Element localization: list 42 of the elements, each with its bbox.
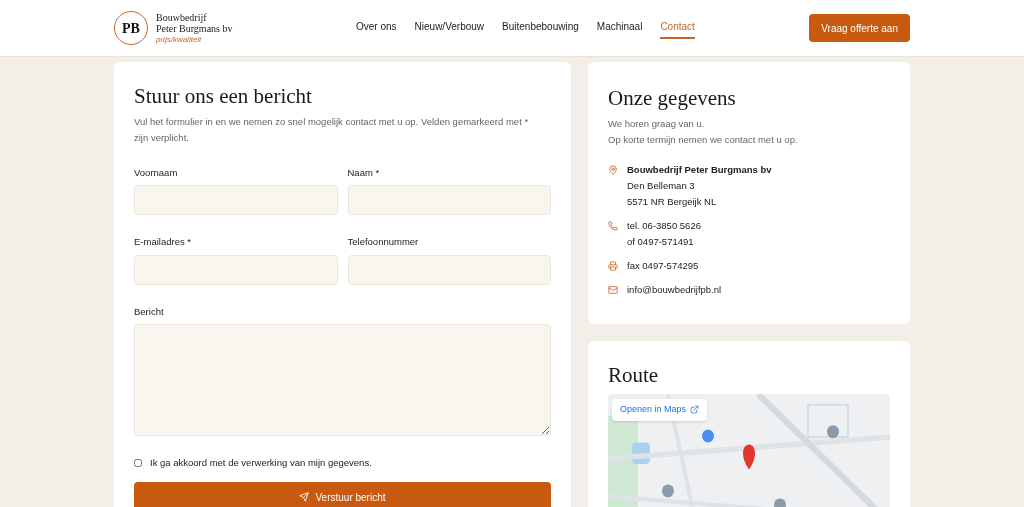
- consent-label: Ik ga akkoord met de verwerking van mijn gegevens.: [150, 455, 372, 470]
- send-icon: [299, 492, 310, 502]
- field-label: Naam *: [347, 166, 381, 180]
- form-title: Stuur ons een bericht: [134, 83, 313, 110]
- contact-line: tel. 06-3850 5626: [627, 219, 701, 233]
- contact-line: of 0497-571491: [627, 235, 695, 249]
- nav-link[interactable]: Over ons: [356, 17, 397, 39]
- field-label: E-mailadres *: [134, 235, 193, 250]
- input-field[interactable]: [134, 254, 338, 285]
- company-name: Bouwbedrijf Peter Burgmans bv: [627, 163, 772, 177]
- consent-checkbox[interactable]: [134, 458, 142, 467]
- form-intro: Vul het formulier in en we nemen zo snel mogelijk contact met u op. Velden gemarkeerd met * zijn verplicht.: [134, 115, 530, 145]
- nav-link[interactable]: Buitenbebouwing: [502, 17, 579, 39]
- mail-icon: [608, 285, 618, 295]
- printer-icon: [608, 261, 618, 271]
- phone-icon: [608, 221, 618, 231]
- details-intro: We horen graag van u.: [608, 117, 706, 131]
- brand-name: Peter Burgmans bv: [156, 22, 233, 34]
- submit-button[interactable]: Verstuur bericht: [134, 482, 551, 507]
- details-intro: Op korte termijn nemen we contact met u op.: [608, 133, 799, 147]
- route-title: Route: [608, 362, 660, 389]
- map-pin-icon: [608, 165, 618, 175]
- details-title: Onze gegevens: [608, 85, 737, 112]
- brand-tagline: prijs/kwaliteit: [156, 34, 203, 45]
- field-label: Voornaam: [134, 166, 179, 180]
- contact-line: info@bouwbedrijfpb.nl: [627, 283, 722, 297]
- quote-button[interactable]: Vraag offerte aan: [809, 14, 910, 42]
- input-field[interactable]: [347, 254, 551, 285]
- field-label: Bericht: [134, 304, 165, 319]
- contact-line: fax 0497-574295: [627, 259, 699, 273]
- contact-line: 5571 NR Bergeijk NL: [627, 195, 718, 209]
- nav-link[interactable]: Machinaal: [596, 17, 643, 39]
- nav-link[interactable]: Nieuw/Verbouw: [414, 17, 485, 39]
- input-field[interactable]: [134, 185, 338, 216]
- message-field[interactable]: [134, 323, 551, 436]
- brand-name: Bouwbedrijf: [156, 11, 208, 23]
- input-field[interactable]: [347, 185, 551, 216]
- field-label: Telefoonnummer: [347, 235, 420, 250]
- nav-link[interactable]: Contact: [660, 17, 695, 39]
- contact-line: Den Belleman 3: [627, 179, 696, 193]
- external-link-icon: [690, 405, 700, 415]
- open-maps-link[interactable]: Openen in Maps: [612, 399, 708, 421]
